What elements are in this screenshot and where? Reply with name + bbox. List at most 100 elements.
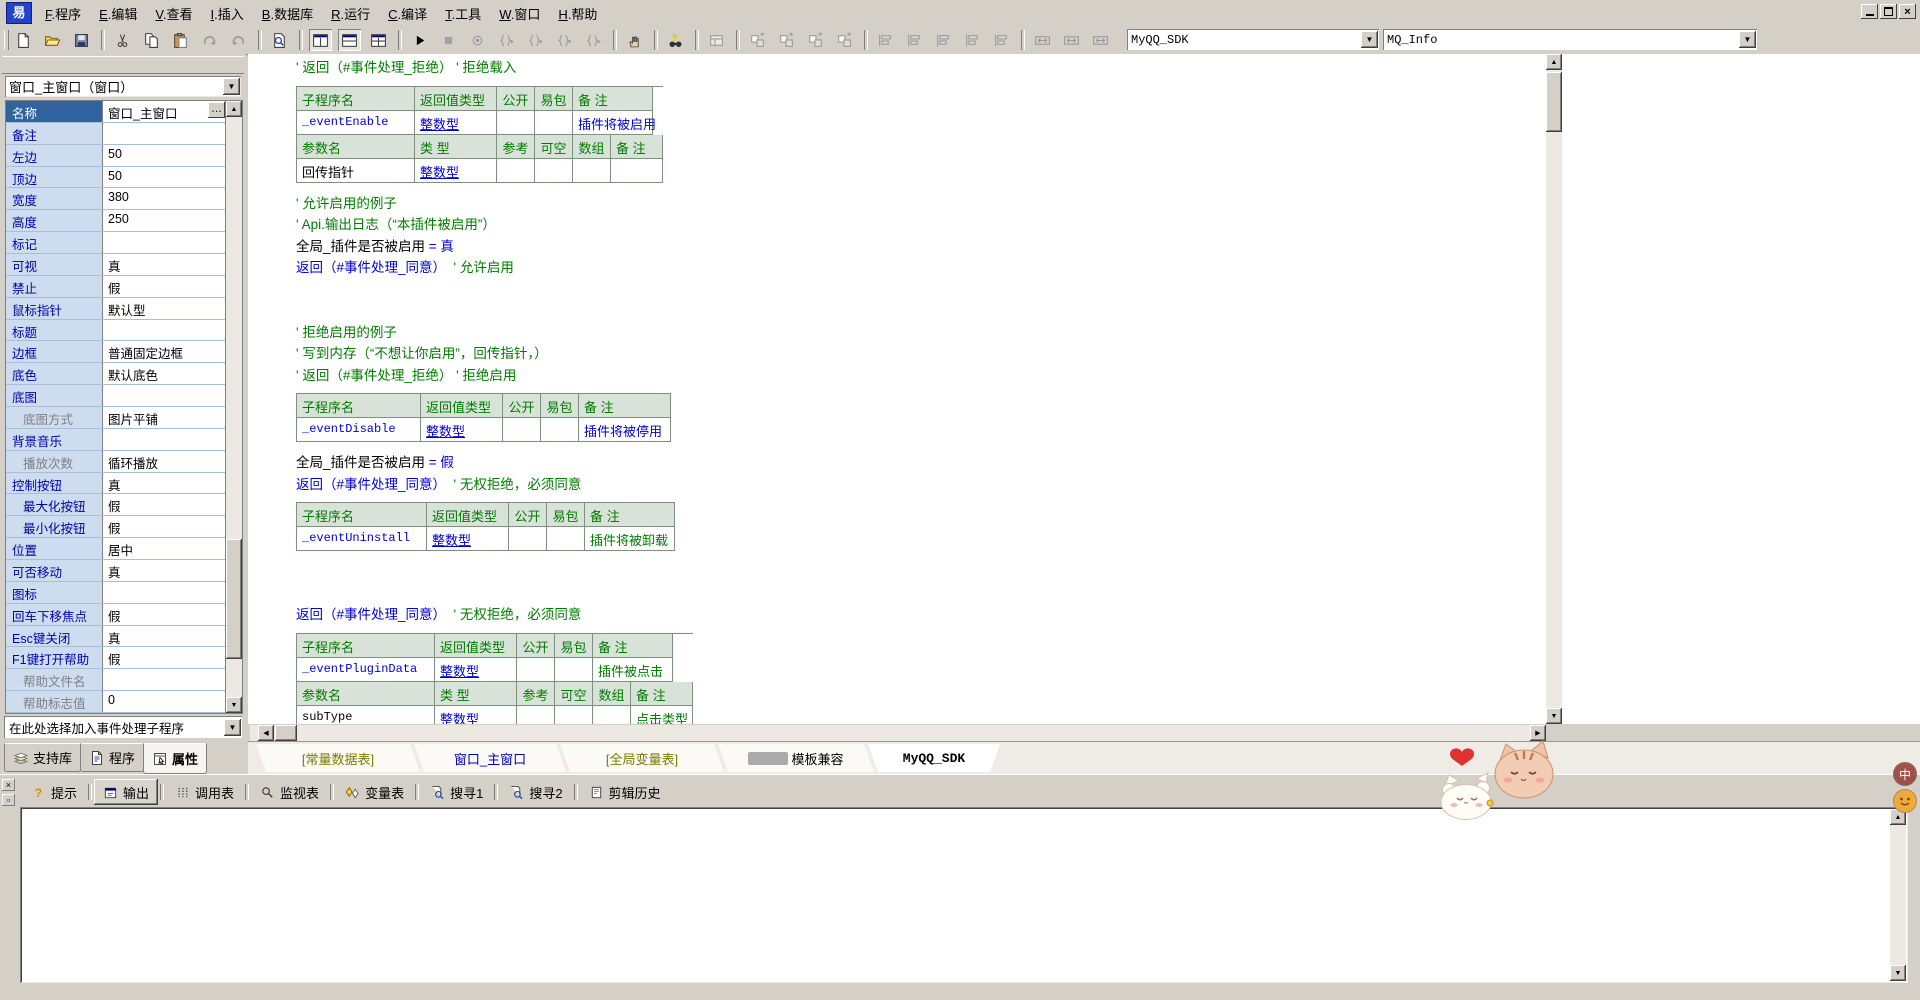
table-header-cell[interactable]: 返回值类型 bbox=[415, 87, 497, 111]
property-row-value[interactable] bbox=[103, 669, 226, 690]
restore-button[interactable] bbox=[1880, 4, 1897, 19]
table-cell[interactable] bbox=[555, 658, 593, 682]
property-row-value[interactable] bbox=[103, 429, 226, 450]
property-row-value[interactable] bbox=[103, 123, 226, 144]
sheet-tab-2[interactable]: 窗口_主窗口 bbox=[414, 744, 566, 772]
append-row-icon[interactable] bbox=[775, 29, 798, 51]
table-cell[interactable] bbox=[497, 111, 535, 135]
table-cell[interactable] bbox=[535, 111, 573, 135]
table-header-cell[interactable]: 易包 bbox=[555, 634, 593, 658]
editor-vertical-scrollbar[interactable]: ▲ ▼ bbox=[1546, 54, 1562, 724]
form-designer-icon[interactable] bbox=[705, 29, 728, 51]
scroll-down-icon[interactable]: ▼ bbox=[1890, 965, 1906, 981]
table-header-cell[interactable]: 参考 bbox=[517, 682, 555, 706]
table-header-cell[interactable]: 易包 bbox=[535, 87, 573, 111]
chevron-down-icon[interactable]: ▼ bbox=[1361, 31, 1378, 48]
close-button[interactable]: × bbox=[1899, 4, 1916, 19]
property-row-value[interactable]: 循环播放 bbox=[103, 451, 226, 472]
menu-item-v[interactable]: V.查看 bbox=[146, 1, 201, 26]
property-row-value[interactable]: 图片平铺 bbox=[103, 407, 226, 428]
table-header-cell[interactable]: 数组 bbox=[593, 682, 631, 706]
output-float-icon[interactable]: ▫ bbox=[2, 794, 15, 806]
property-row-value[interactable]: 0 bbox=[103, 691, 226, 712]
component-selector-combo[interactable]: 窗口_主窗口（窗口） ▼ bbox=[5, 76, 241, 97]
property-row-label[interactable]: 标记 bbox=[6, 232, 103, 253]
table-header-cell[interactable]: 数组 bbox=[573, 135, 611, 159]
table-header-cell[interactable]: 易包 bbox=[541, 394, 579, 418]
scrollbar-thumb[interactable] bbox=[275, 725, 297, 741]
property-row-label[interactable]: 鼠标指针 bbox=[6, 298, 103, 319]
property-row-label[interactable]: 位置 bbox=[6, 538, 103, 559]
property-row-value[interactable]: 真 bbox=[103, 626, 226, 647]
same-size-icon[interactable] bbox=[1089, 29, 1112, 51]
properties-panel-titlebar[interactable] bbox=[2, 56, 244, 74]
append-col-icon[interactable] bbox=[833, 29, 856, 51]
property-row-label[interactable]: 高度 bbox=[6, 210, 103, 231]
output-tab-监视表[interactable]: 监视表 bbox=[251, 779, 328, 805]
property-row-value[interactable]: 默认底色 bbox=[103, 363, 226, 384]
property-row-value[interactable]: 假 bbox=[103, 647, 226, 668]
table-cell[interactable] bbox=[503, 418, 541, 442]
layout-grid-icon[interactable] bbox=[367, 29, 390, 51]
scroll-up-icon[interactable]: ▲ bbox=[1546, 54, 1562, 70]
copy-icon[interactable] bbox=[140, 29, 163, 51]
sheet-tab-4[interactable]: 模板兼容 bbox=[718, 744, 874, 772]
output-scrollbar[interactable]: ▲ ▼ bbox=[1890, 809, 1906, 981]
property-row-value[interactable]: 真 bbox=[103, 254, 226, 275]
property-row-value[interactable]: 250 bbox=[103, 210, 226, 231]
table-cell[interactable]: _eventEnable bbox=[297, 111, 415, 135]
table-cell[interactable] bbox=[547, 527, 585, 551]
property-row-label[interactable]: Esc键关闭 bbox=[6, 626, 103, 647]
table-header-cell[interactable]: 类 型 bbox=[415, 135, 497, 159]
step-out-icon[interactable] bbox=[553, 29, 576, 51]
layout-rows-icon[interactable] bbox=[338, 29, 361, 51]
table-cell[interactable]: _eventPluginData bbox=[297, 658, 435, 682]
menu-item-h[interactable]: H.帮助 bbox=[549, 1, 606, 26]
support-library-combo[interactable]: MyQQ_SDK ▼ bbox=[1127, 29, 1379, 50]
menu-item-c[interactable]: C.编译 bbox=[379, 1, 436, 26]
property-row-label[interactable]: 标题 bbox=[6, 320, 103, 341]
table-cell[interactable] bbox=[535, 159, 573, 183]
menu-item-b[interactable]: B.数据库 bbox=[253, 1, 322, 26]
property-row-label[interactable]: 左边 bbox=[6, 145, 103, 166]
sheet-tab-1[interactable]: [常量数据表] bbox=[256, 744, 420, 772]
property-row-value[interactable]: 假 bbox=[103, 494, 226, 515]
property-row-label[interactable]: 图标 bbox=[6, 582, 103, 603]
property-row-value[interactable]: 居中 bbox=[103, 538, 226, 559]
find-command-icon[interactable]: ? bbox=[664, 29, 687, 51]
table-cell[interactable] bbox=[593, 706, 631, 725]
property-row-value[interactable] bbox=[103, 320, 226, 341]
table-cell[interactable]: 插件被点击 bbox=[593, 658, 673, 682]
table-header-cell[interactable]: 子程序名 bbox=[297, 503, 427, 527]
table-cell[interactable] bbox=[517, 658, 555, 682]
table-cell[interactable]: _eventDisable bbox=[297, 418, 421, 442]
property-row-label[interactable]: 回车下移焦点 bbox=[6, 604, 103, 625]
table-header-cell[interactable]: 参数名 bbox=[297, 135, 415, 159]
output-tab-搜寻2[interactable]: 搜寻2 bbox=[500, 779, 571, 805]
insert-row-icon[interactable] bbox=[746, 29, 769, 51]
chevron-down-icon[interactable]: ▼ bbox=[224, 719, 241, 736]
table-cell[interactable]: 点击类型 bbox=[631, 706, 693, 725]
property-row-value[interactable]: 380 bbox=[103, 188, 226, 209]
scroll-down-icon[interactable]: ▼ bbox=[1546, 708, 1562, 724]
table-header-cell[interactable]: 易包 bbox=[547, 503, 585, 527]
property-row-value[interactable]: 50 bbox=[103, 167, 226, 188]
scrollbar-thumb[interactable] bbox=[226, 539, 242, 659]
redo-icon[interactable] bbox=[198, 29, 221, 51]
paste-icon[interactable] bbox=[169, 29, 192, 51]
table-header-cell[interactable]: 返回值类型 bbox=[427, 503, 509, 527]
property-row-label[interactable]: 可否移动 bbox=[6, 560, 103, 581]
scroll-up-icon[interactable]: ▲ bbox=[226, 101, 242, 117]
toolbar-grip[interactable] bbox=[4, 30, 9, 50]
menu-item-i[interactable]: I.插入 bbox=[202, 1, 253, 26]
panel-tab-属性[interactable]: 属性 bbox=[143, 743, 207, 774]
table-cell[interactable]: 整数型 bbox=[435, 706, 517, 725]
menu-item-t[interactable]: T.工具 bbox=[436, 1, 490, 26]
property-row-value[interactable]: 窗口_主窗口… bbox=[103, 101, 226, 122]
table-header-cell[interactable]: 公开 bbox=[503, 394, 541, 418]
scroll-left-icon[interactable]: ◀ bbox=[258, 725, 274, 741]
open-file-icon[interactable] bbox=[41, 29, 64, 51]
table-cell[interactable]: subType bbox=[297, 706, 435, 725]
menu-item-f[interactable]: F.程序 bbox=[36, 1, 90, 26]
property-row-label[interactable]: 帮助标志值 bbox=[6, 691, 103, 712]
